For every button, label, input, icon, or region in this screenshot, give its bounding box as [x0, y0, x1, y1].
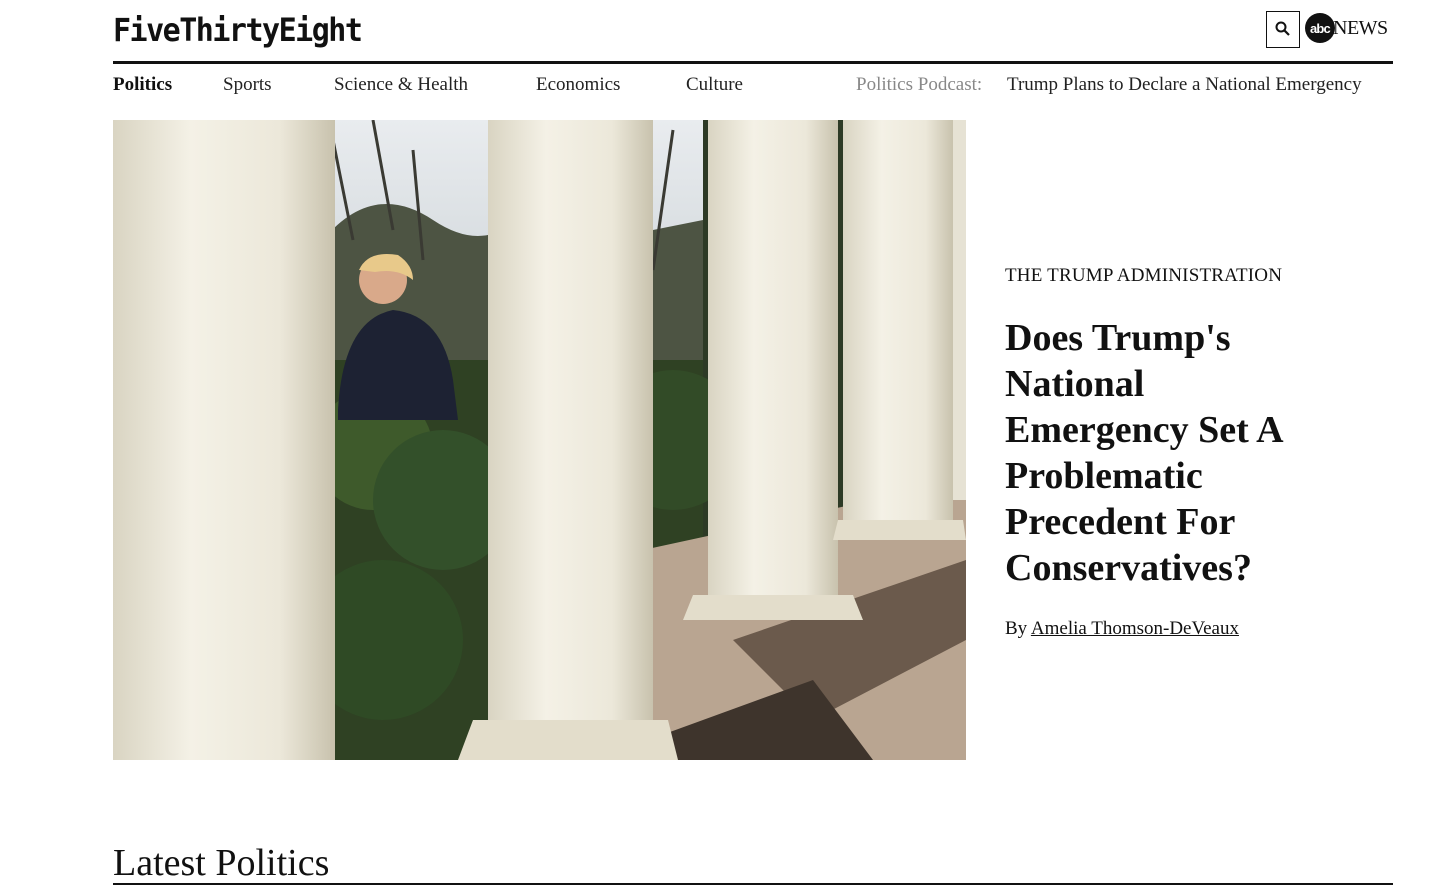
podcast-label: Politics Podcast:: [856, 74, 983, 95]
site-logo[interactable]: FiveThirtyEight: [113, 12, 363, 50]
nav-item-politics[interactable]: Politics: [113, 74, 172, 96]
section-title: Latest Politics: [113, 842, 330, 884]
article-byline: By Amelia Thomson-DeVeaux: [1005, 618, 1239, 640]
header-divider: [113, 61, 1393, 64]
podcast-link[interactable]: Trump Plans to Declare a National Emerge…: [1007, 74, 1362, 96]
nav-item-culture[interactable]: Culture: [686, 74, 743, 96]
nav-item-sports[interactable]: Sports: [223, 74, 272, 96]
search-icon: [1275, 21, 1290, 36]
abc-logo-text: NEWS: [1333, 16, 1388, 39]
nav-item-economics[interactable]: Economics: [536, 74, 620, 96]
nav-item-science-health[interactable]: Science & Health: [334, 74, 468, 96]
section-divider: [113, 883, 1393, 885]
article-kicker[interactable]: The Trump Administration: [1005, 265, 1282, 287]
byline-prefix: By: [1005, 618, 1028, 639]
author-link[interactable]: Amelia Thomson-DeVeaux: [1031, 618, 1239, 639]
feature-image[interactable]: [113, 120, 966, 760]
search-button[interactable]: [1266, 11, 1300, 48]
abc-logo-mark: abc: [1305, 13, 1335, 43]
article-headline[interactable]: Does Trump's National Emergency Set A Pr…: [1005, 315, 1325, 591]
abc-news-logo[interactable]: abc NEWS: [1305, 13, 1388, 43]
